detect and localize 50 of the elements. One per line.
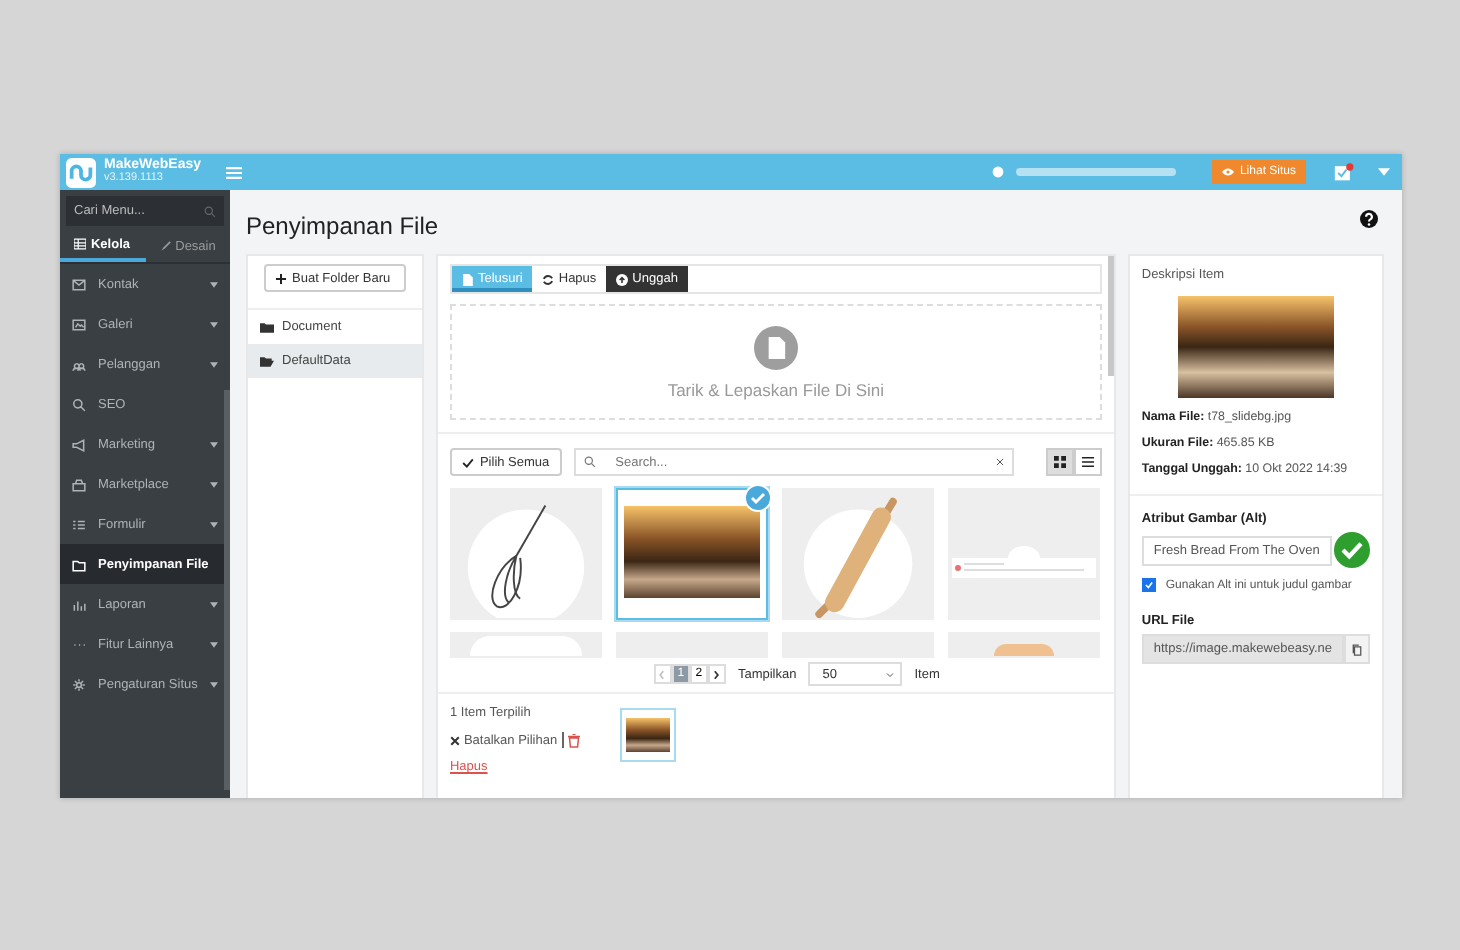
list-view-button[interactable] <box>1073 448 1102 476</box>
brush-icon <box>159 240 172 252</box>
bun-drawing <box>993 644 1054 656</box>
chevron-left-icon <box>658 669 667 679</box>
search-icon <box>204 205 216 217</box>
chevron-right-icon <box>712 669 721 679</box>
dropzone-text: Tarik & Lepaskan File Di Sini <box>667 379 885 399</box>
caret-icon <box>886 671 895 677</box>
close-icon <box>449 735 460 745</box>
file-tile[interactable] <box>947 488 1100 620</box>
checkbox[interactable] <box>1141 578 1156 592</box>
file-icon <box>461 273 474 285</box>
file-icon <box>753 325 798 369</box>
check-badge-icon <box>743 484 772 512</box>
help-icon[interactable] <box>1360 209 1378 227</box>
users-icon <box>72 357 86 371</box>
search-icon <box>583 456 596 468</box>
image-icon <box>72 317 86 331</box>
grid-view-button[interactable] <box>1045 448 1074 476</box>
bar-chart-icon <box>72 597 86 611</box>
list-icon <box>72 517 86 531</box>
check-icon <box>461 457 474 467</box>
eye-icon <box>1221 168 1234 176</box>
folder-icon <box>260 321 274 333</box>
refresh-icon <box>542 273 555 285</box>
grid-icon <box>1053 456 1066 468</box>
page-title: Penyimpanan File <box>246 212 439 240</box>
plus-icon <box>276 273 286 283</box>
selected-thumbnail <box>619 708 676 762</box>
copy-icon <box>1352 643 1362 655</box>
clear-icon[interactable] <box>995 458 1004 466</box>
upload-icon <box>616 273 629 285</box>
gear-icon <box>72 677 86 691</box>
folder-icon <box>260 355 274 367</box>
trash-icon[interactable] <box>567 733 580 747</box>
folder-icon <box>72 557 86 571</box>
envelope-icon <box>72 277 86 291</box>
search-icon <box>72 397 86 411</box>
dropzone[interactable]: Tarik & Lepaskan File Di Sini <box>449 304 1102 420</box>
photo-placeholder <box>623 506 760 598</box>
table-icon <box>74 238 87 250</box>
list-icon <box>1081 456 1094 468</box>
globe-icon <box>991 166 1004 178</box>
file-tile[interactable] <box>947 632 1100 658</box>
logo-icon <box>66 157 96 187</box>
file-tile[interactable] <box>615 488 768 620</box>
copy-button[interactable] <box>1344 634 1370 664</box>
message-icon[interactable] <box>1334 162 1354 182</box>
basket-icon <box>72 477 86 491</box>
megaphone-icon <box>72 437 86 451</box>
